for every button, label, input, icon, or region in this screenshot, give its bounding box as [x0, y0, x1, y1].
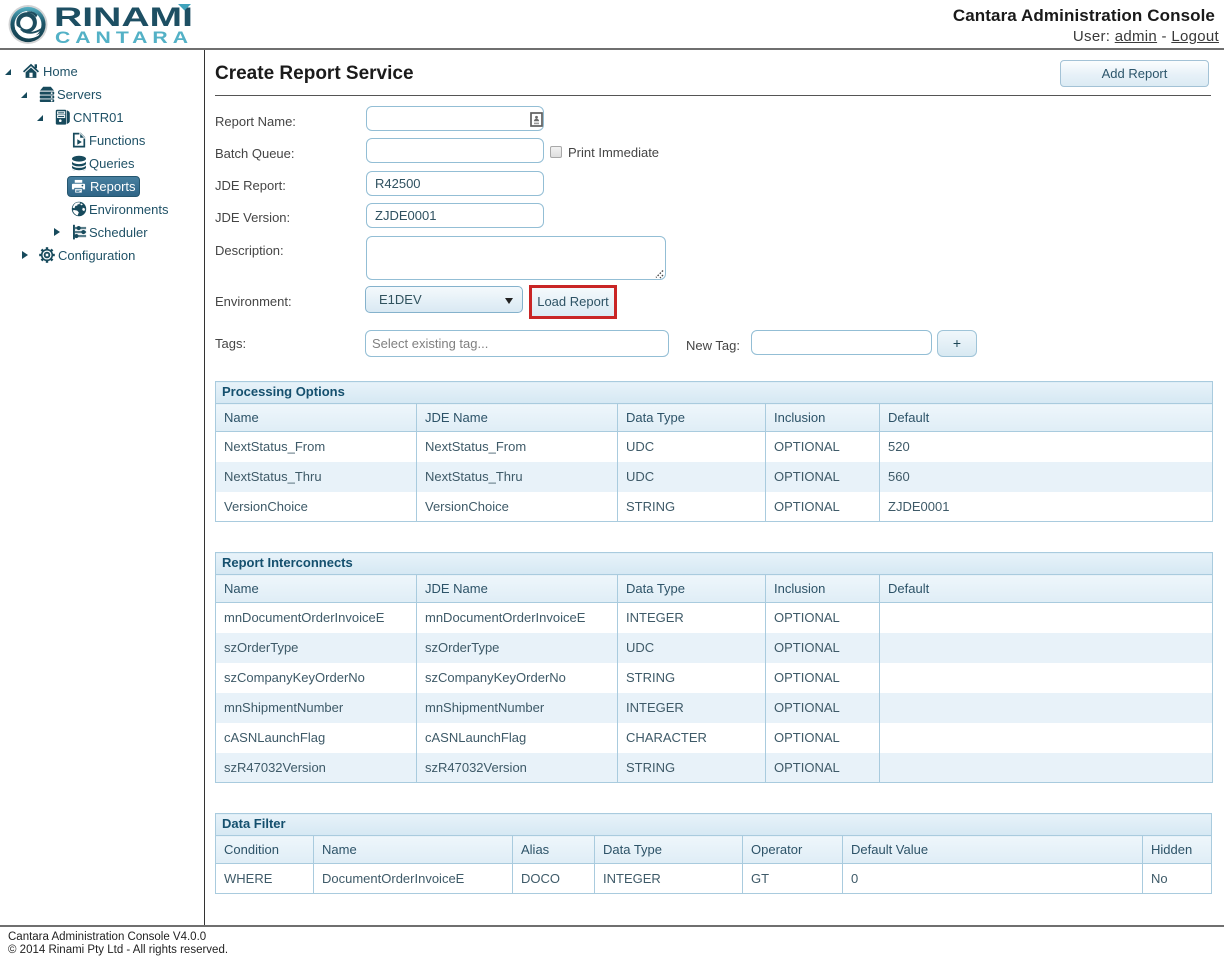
svg-text:CANTARA: CANTARA — [55, 28, 193, 47]
